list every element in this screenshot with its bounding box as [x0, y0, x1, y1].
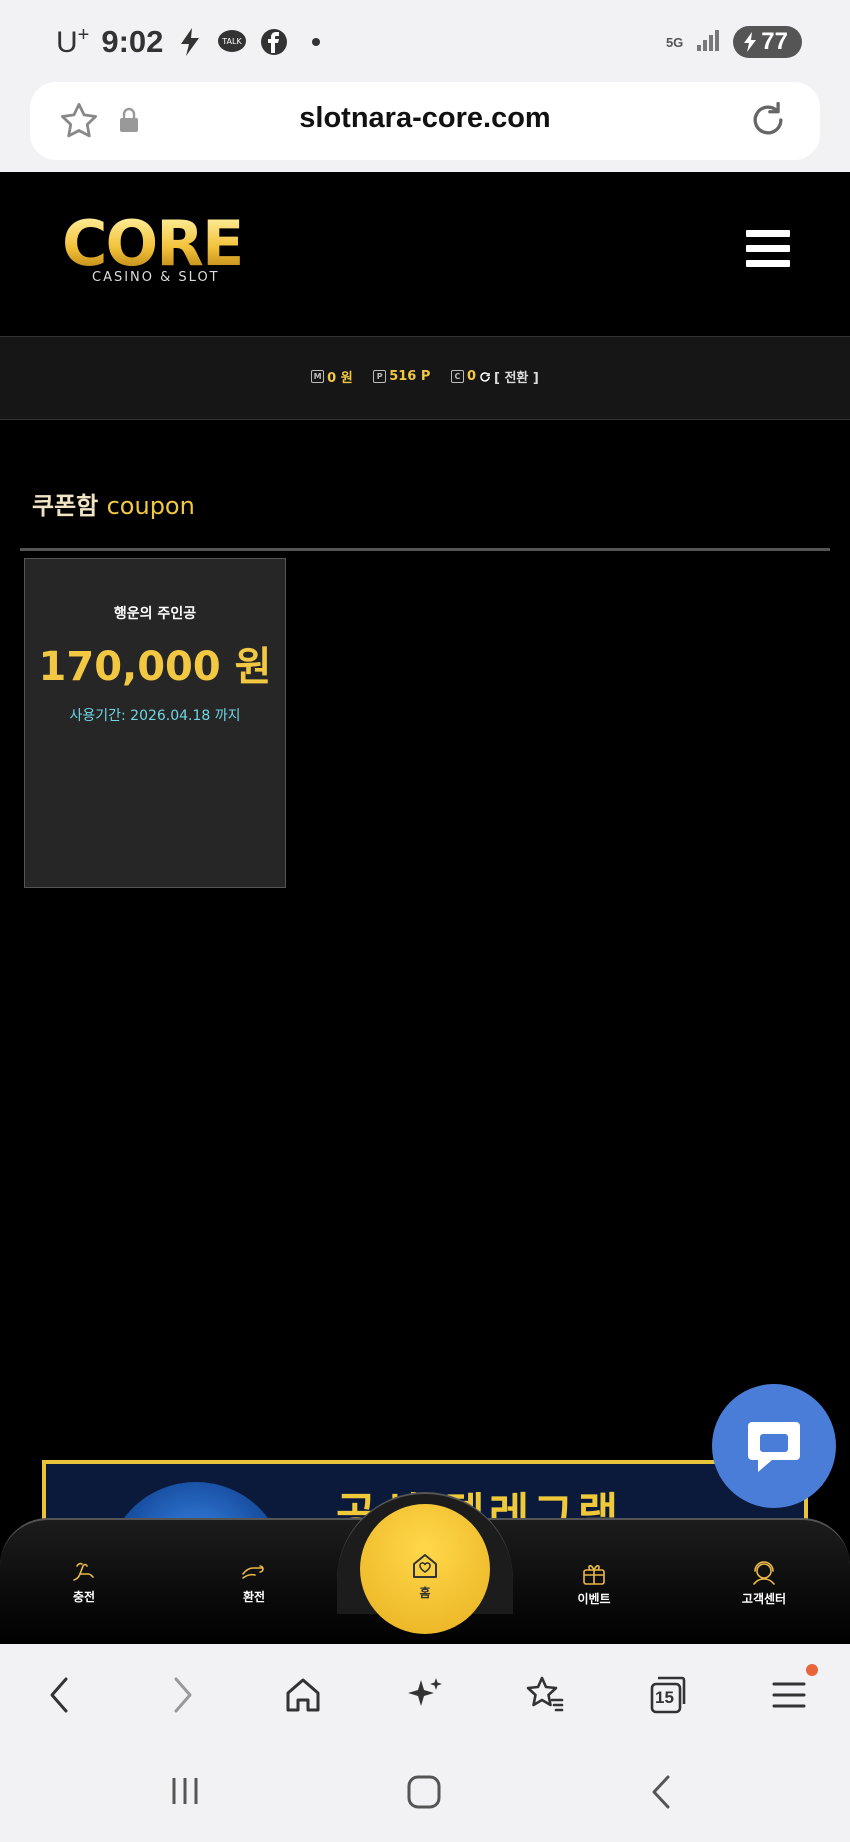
kakaotalk-icon: TALK [217, 27, 247, 57]
point-icon: P [373, 370, 387, 383]
convert-link[interactable]: [ 전환 ] [494, 367, 539, 386]
point-balance: P 516 P [373, 369, 430, 384]
back-nav-button[interactable] [648, 1774, 674, 1814]
5g-icon: 5G [665, 34, 684, 50]
balance-bar: M 0 원 P 516 P C 0 [ 전환 ] [0, 336, 850, 420]
bookmarks-button[interactable] [522, 1672, 568, 1718]
svg-text:TALK: TALK [222, 37, 243, 46]
nav-exchange[interactable]: 환전 [204, 1560, 304, 1605]
tab-count: 15 [655, 1688, 674, 1707]
forward-button[interactable] [160, 1672, 206, 1718]
url-text[interactable]: slotnara-core.com [30, 102, 820, 135]
site-header: CORE CASINO & SLOT [0, 172, 850, 334]
recents-button[interactable] [168, 1774, 202, 1812]
coupon-expiry: 사용기간: 2026.04.18 까지 [69, 708, 241, 724]
reload-icon[interactable] [746, 98, 790, 146]
tabs-button[interactable]: 15 [644, 1672, 690, 1718]
home-nav-button[interactable] [406, 1774, 442, 1814]
chat-icon [748, 1422, 800, 1472]
nav-support[interactable]: 고객센터 [714, 1560, 814, 1607]
casino-icon: C [450, 370, 464, 383]
home-button[interactable] [280, 1672, 326, 1718]
back-button[interactable] [36, 1672, 82, 1718]
android-home-icon [407, 1775, 441, 1809]
carrier-label: U+ [56, 24, 90, 59]
gift-icon [583, 1565, 605, 1585]
android-back-icon [652, 1775, 670, 1809]
money-icon: M [311, 370, 325, 383]
charge-icon [73, 1562, 94, 1581]
live-chat-button[interactable] [712, 1384, 836, 1508]
browser-url-area: slotnara-core.com [0, 82, 850, 172]
facebook-icon [259, 27, 289, 57]
notification-dot [806, 1664, 818, 1676]
status-bar: U+ 9:02 TALK 5G 77 [0, 0, 850, 82]
nav-event[interactable]: 이벤트 [544, 1560, 644, 1607]
ai-assist-button[interactable] [402, 1672, 448, 1718]
android-nav-bar [0, 1744, 850, 1842]
money-balance: M 0 원 [311, 367, 353, 386]
bookmark-icon [526, 1676, 564, 1712]
nav-charge[interactable]: 충전 [34, 1560, 134, 1605]
nav-home[interactable]: 홈 [360, 1504, 490, 1634]
page-title: 쿠폰함 coupon [32, 492, 195, 520]
home-icon [286, 1678, 320, 1712]
divider [20, 548, 830, 551]
battery-indicator: 77 [733, 26, 802, 58]
coupon-card[interactable]: 행운의 주인공 170,000 원 사용기간: 2026.04.18 까지 [24, 558, 286, 888]
core-logo[interactable]: CORE CASINO & SLOT [62, 212, 252, 286]
coupon-name: 행운의 주인공 [113, 606, 197, 622]
banner-orb [106, 1482, 286, 1520]
dot-indicator-icon [301, 27, 331, 57]
refresh-icon[interactable] [479, 371, 491, 383]
back-icon [50, 1677, 68, 1713]
support-icon [753, 1561, 775, 1585]
casino-balance: C 0 [ 전환 ] [450, 367, 539, 386]
browser-menu-button[interactable] [766, 1664, 818, 1718]
coupon-amount: 170,000 원 [38, 644, 272, 690]
status-time: 9:02 [101, 24, 164, 59]
url-bar[interactable]: slotnara-core.com [30, 82, 820, 160]
exchange-icon [242, 1565, 264, 1579]
sparkle-icon [408, 1678, 442, 1706]
recents-icon [172, 1778, 198, 1804]
flash-icon [175, 27, 205, 57]
signal-icon [695, 27, 721, 57]
browser-toolbar: 15 [0, 1644, 850, 1744]
menu-icon [772, 1682, 806, 1708]
bottom-nav: 충전 환전 홈 이벤트 고객센터 [0, 1492, 850, 1644]
hamburger-icon[interactable] [746, 230, 790, 275]
forward-icon [174, 1677, 192, 1713]
home-icon [413, 1554, 437, 1578]
